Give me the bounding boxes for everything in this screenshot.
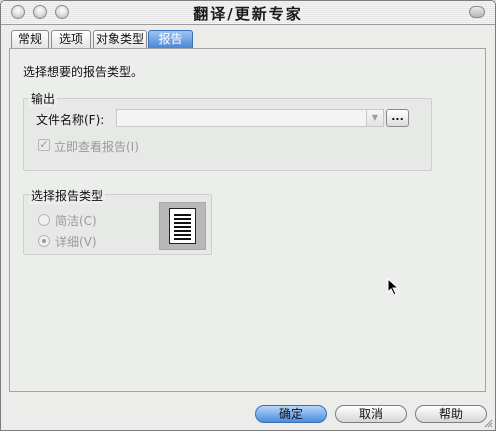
resize-grip-icon[interactable] <box>482 417 493 428</box>
tab-object-types[interactable]: 对象类型 <box>93 30 147 48</box>
output-group-title: 输出 <box>29 90 58 107</box>
window-title: 翻译/更新专家 <box>193 5 303 23</box>
radio-detailed[interactable] <box>38 235 50 247</box>
browse-button[interactable]: ... <box>386 109 409 127</box>
doc-line <box>174 222 191 224</box>
dropdown-arrow-icon[interactable]: ▼ <box>366 110 383 126</box>
tab-general[interactable]: 常规 <box>11 30 49 48</box>
doc-line <box>174 230 191 232</box>
radio-concise-label: 简洁(C) <box>55 214 97 228</box>
radio-concise[interactable] <box>38 214 50 226</box>
doc-line <box>174 238 191 240</box>
document-lines-icon <box>169 208 196 244</box>
radio-selected-dot <box>42 239 46 243</box>
report-type-group-title: 选择报告类型 <box>29 187 106 204</box>
doc-line <box>174 214 191 216</box>
toolbar-toggle-pill-icon[interactable] <box>469 6 485 18</box>
filename-combo[interactable]: ▼ <box>116 109 384 127</box>
tab-report[interactable]: 报告 <box>148 30 193 48</box>
doc-line <box>174 234 191 236</box>
help-button[interactable]: 帮助 <box>415 405 487 423</box>
doc-line <box>174 226 191 228</box>
report-preview <box>159 202 206 250</box>
radio-detailed-label: 详细(V) <box>55 235 97 249</box>
doc-line <box>174 218 191 220</box>
ok-button[interactable]: 确定 <box>255 405 327 423</box>
view-report-label: 立即查看报告(I) <box>54 140 139 154</box>
title-bar[interactable]: 翻译/更新专家 <box>1 1 495 25</box>
cancel-button[interactable]: 取消 <box>335 405 407 423</box>
intro-text: 选择想要的报告类型。 <box>23 65 144 79</box>
dialog-window: 翻译/更新专家 常规 选项 对象类型 报告 选择想要的报告类型。 输出 文件名称… <box>0 0 496 431</box>
tab-options[interactable]: 选项 <box>51 30 91 48</box>
filename-label: 文件名称(F): <box>36 113 105 127</box>
mouse-pointer-icon <box>387 278 400 296</box>
view-report-checkbox[interactable]: ✓ <box>38 139 50 151</box>
